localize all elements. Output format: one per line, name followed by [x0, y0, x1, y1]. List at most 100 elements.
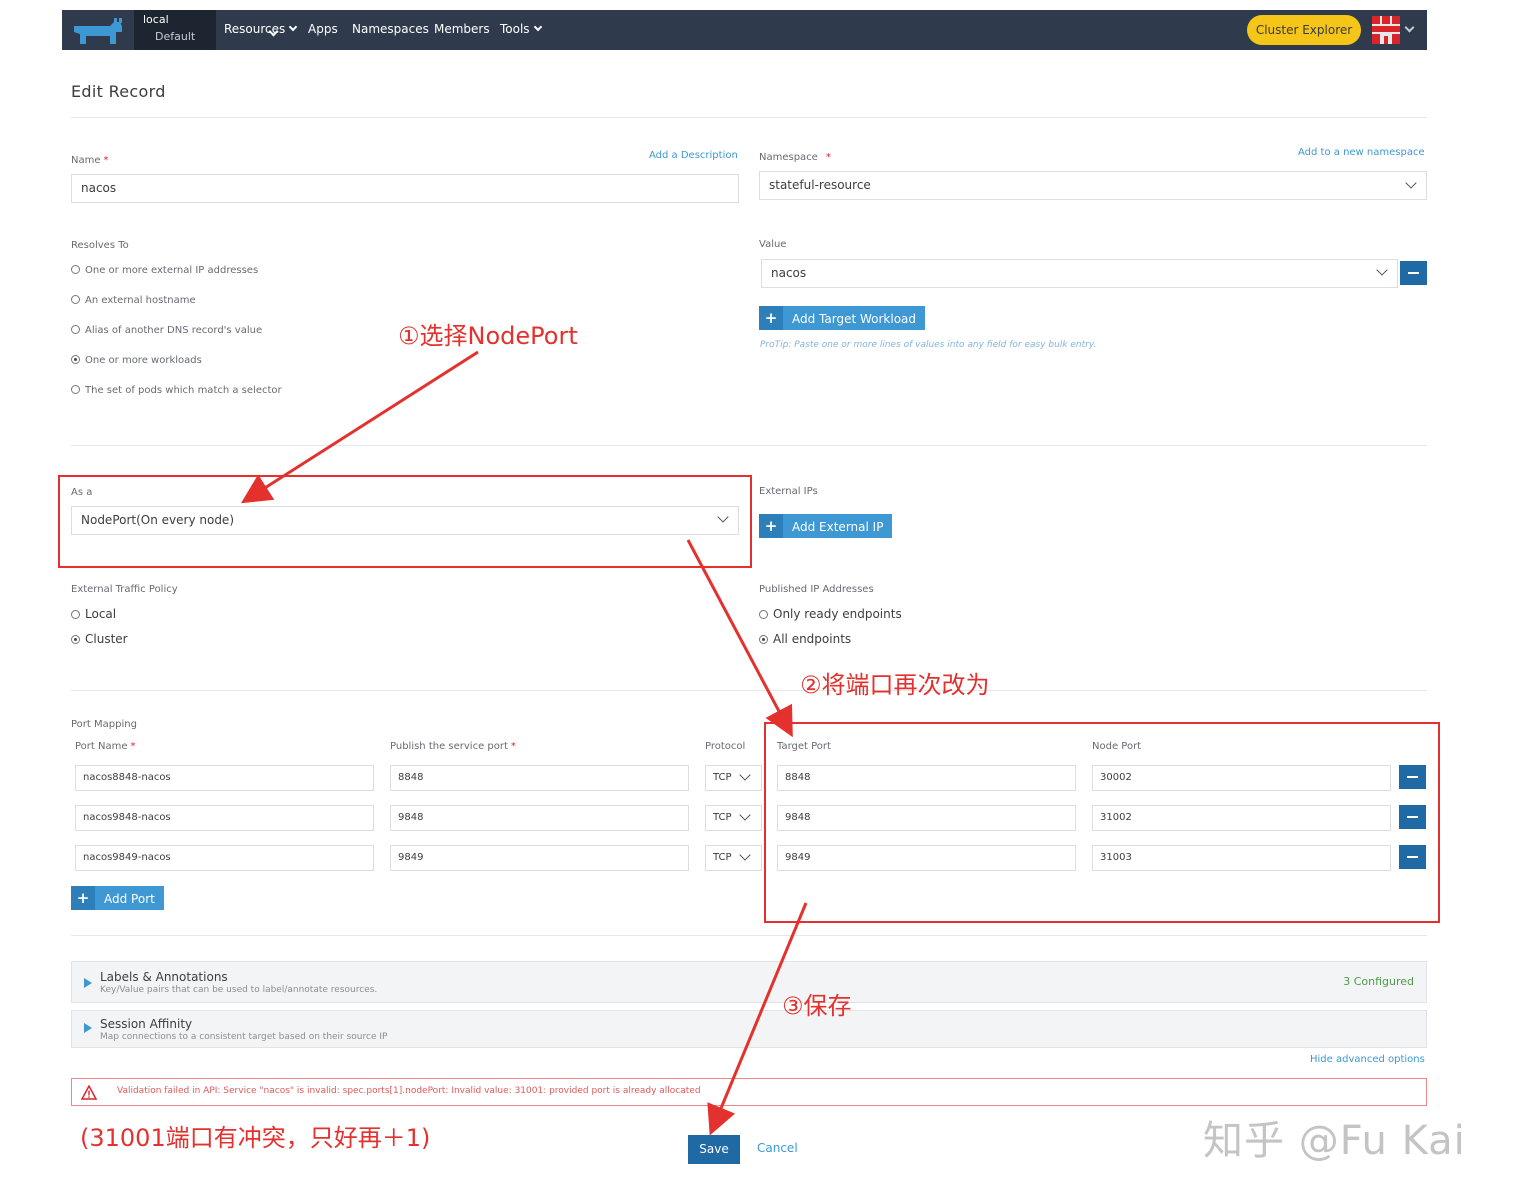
protocol-select[interactable]: TCP [705, 805, 762, 831]
namespace-select[interactable]: stateful-resource [759, 171, 1427, 200]
traffic-policy-label: External Traffic Policy [71, 584, 178, 595]
cluster-explorer-button[interactable]: Cluster Explorer [1247, 15, 1361, 45]
annotation-step2: ②将端口再次改为 [800, 671, 990, 699]
resolves-option-hostname[interactable]: An external hostname [71, 294, 196, 306]
port-name-input[interactable]: nacos9848-nacos [75, 805, 374, 831]
published-ready-endpoints[interactable]: Only ready endpoints [759, 607, 902, 621]
external-ips-label: External IPs [759, 486, 818, 497]
annotation-highlight-ports [764, 722, 1440, 923]
name-input[interactable]: nacos [71, 174, 739, 203]
chevron-down-icon [289, 22, 298, 32]
session-affinity-panel[interactable]: Session Affinity Map connections to a co… [71, 1010, 1427, 1048]
warning-icon [81, 1085, 97, 1100]
namespace-label: Namespace * [759, 152, 831, 163]
add-external-ip-button[interactable]: + Add External IP [759, 514, 893, 538]
error-message: Validation failed in API: Service "nacos… [117, 1086, 701, 1096]
configured-count: 3 Configured [1343, 975, 1414, 988]
traffic-policy-cluster[interactable]: Cluster [71, 632, 128, 646]
save-button[interactable]: Save [688, 1135, 740, 1164]
user-avatar-icon[interactable] [1372, 16, 1400, 44]
divider [71, 690, 1427, 691]
nav-members-label: Members [434, 22, 490, 36]
resolves-option-alias[interactable]: Alias of another DNS record's value [71, 324, 262, 336]
labels-annotations-panel[interactable]: Labels & Annotations Key/Value pairs tha… [71, 961, 1427, 1003]
nav-resources[interactable]: Resources [224, 22, 298, 36]
name-label: Name * [71, 155, 109, 166]
remove-value-button[interactable] [1400, 261, 1427, 285]
name-label-text: Name [71, 155, 101, 166]
radio-selected-icon[interactable] [71, 635, 80, 644]
error-banner: Validation failed in API: Service "nacos… [71, 1078, 1427, 1106]
annotation-highlight-service-type [58, 475, 752, 568]
protocol-select[interactable]: TCP [705, 845, 762, 871]
resolves-to-label: Resolves To [71, 240, 129, 251]
published-all-endpoints[interactable]: All endpoints [759, 632, 851, 646]
add-port-button[interactable]: + Add Port [71, 886, 164, 910]
top-nav-bar: local Default Resources Apps Namespaces … [62, 10, 1427, 50]
plus-icon: + [71, 886, 95, 910]
port-name-input[interactable]: nacos8848-nacos [75, 765, 374, 791]
nav-apps-label: Apps [308, 22, 338, 36]
traffic-policy-local[interactable]: Local [71, 607, 116, 621]
annotation-step1: ①选择NodePort [398, 322, 578, 350]
hide-advanced-link[interactable]: Hide advanced options [1310, 1054, 1425, 1065]
expand-triangle-icon[interactable] [84, 978, 92, 988]
resolves-option-external-ip[interactable]: One or more external IP addresses [71, 264, 258, 276]
option-label: Local [85, 607, 117, 621]
option-label: Alias of another DNS record's value [85, 325, 263, 336]
rancher-logo-icon[interactable] [70, 16, 126, 46]
option-label: Cluster [85, 632, 128, 646]
radio-selected-icon[interactable] [759, 635, 768, 644]
option-label: Only ready endpoints [773, 607, 902, 621]
nav-tools[interactable]: Tools [500, 22, 542, 36]
chevron-down-icon[interactable] [1404, 22, 1415, 33]
port-name-header: Port Name * [75, 741, 136, 752]
panel-subtitle: Map connections to a consistent target b… [100, 1032, 388, 1042]
value-select[interactable]: nacos [761, 259, 1398, 288]
radio-icon[interactable] [759, 610, 768, 619]
add-namespace-link[interactable]: Add to a new namespace [1298, 147, 1425, 158]
cluster-selector[interactable]: local Default [134, 10, 279, 50]
protip-text: ProTip: Paste one or more lines of value… [760, 340, 1097, 350]
button-label: Add Target Workload [792, 312, 917, 326]
resolves-option-selector[interactable]: The set of pods which match a selector [71, 384, 282, 396]
radio-icon[interactable] [71, 295, 80, 304]
header-text: Port Name [75, 741, 128, 752]
radio-icon[interactable] [71, 610, 80, 619]
radio-selected-icon[interactable] [71, 355, 80, 364]
nav-members[interactable]: Members [434, 22, 490, 36]
watermark: 知乎 @Fu Kai [1203, 1118, 1466, 1164]
panel-title: Labels & Annotations [100, 970, 228, 984]
port-mapping-label: Port Mapping [71, 719, 137, 730]
annotation-note: (31001端口有冲突，只好再＋1) [80, 1124, 431, 1152]
button-label: Add External IP [792, 520, 884, 534]
cancel-button[interactable]: Cancel [757, 1141, 798, 1155]
option-label: One or more workloads [85, 355, 202, 366]
cluster-name: local [143, 13, 169, 26]
add-target-workload-button[interactable]: + Add Target Workload [759, 306, 926, 330]
add-description-link[interactable]: Add a Description [649, 150, 738, 161]
nav-namespaces[interactable]: Namespaces [352, 22, 429, 36]
protocol-select[interactable]: TCP [705, 765, 762, 791]
option-label: All endpoints [773, 632, 852, 646]
radio-icon[interactable] [71, 265, 80, 274]
option-label: One or more external IP addresses [85, 265, 259, 276]
namespace-label-text: Namespace [759, 152, 818, 163]
required-marker: * [130, 741, 136, 752]
divider [71, 117, 1427, 118]
required-marker: * [103, 155, 109, 166]
divider [71, 445, 1427, 446]
radio-icon[interactable] [71, 325, 80, 334]
radio-icon[interactable] [71, 385, 80, 394]
publish-port-input[interactable]: 8848 [390, 765, 689, 791]
nav-namespaces-label: Namespaces [352, 22, 429, 36]
publish-port-input[interactable]: 9849 [390, 845, 689, 871]
required-marker: * [510, 741, 516, 752]
publish-port-input[interactable]: 9848 [390, 805, 689, 831]
required-marker: * [825, 152, 831, 163]
value-label: Value [759, 239, 787, 250]
expand-triangle-icon[interactable] [84, 1023, 92, 1033]
nav-apps[interactable]: Apps [308, 22, 338, 36]
resolves-option-workloads[interactable]: One or more workloads [71, 354, 202, 366]
port-name-input[interactable]: nacos9849-nacos [75, 845, 374, 871]
